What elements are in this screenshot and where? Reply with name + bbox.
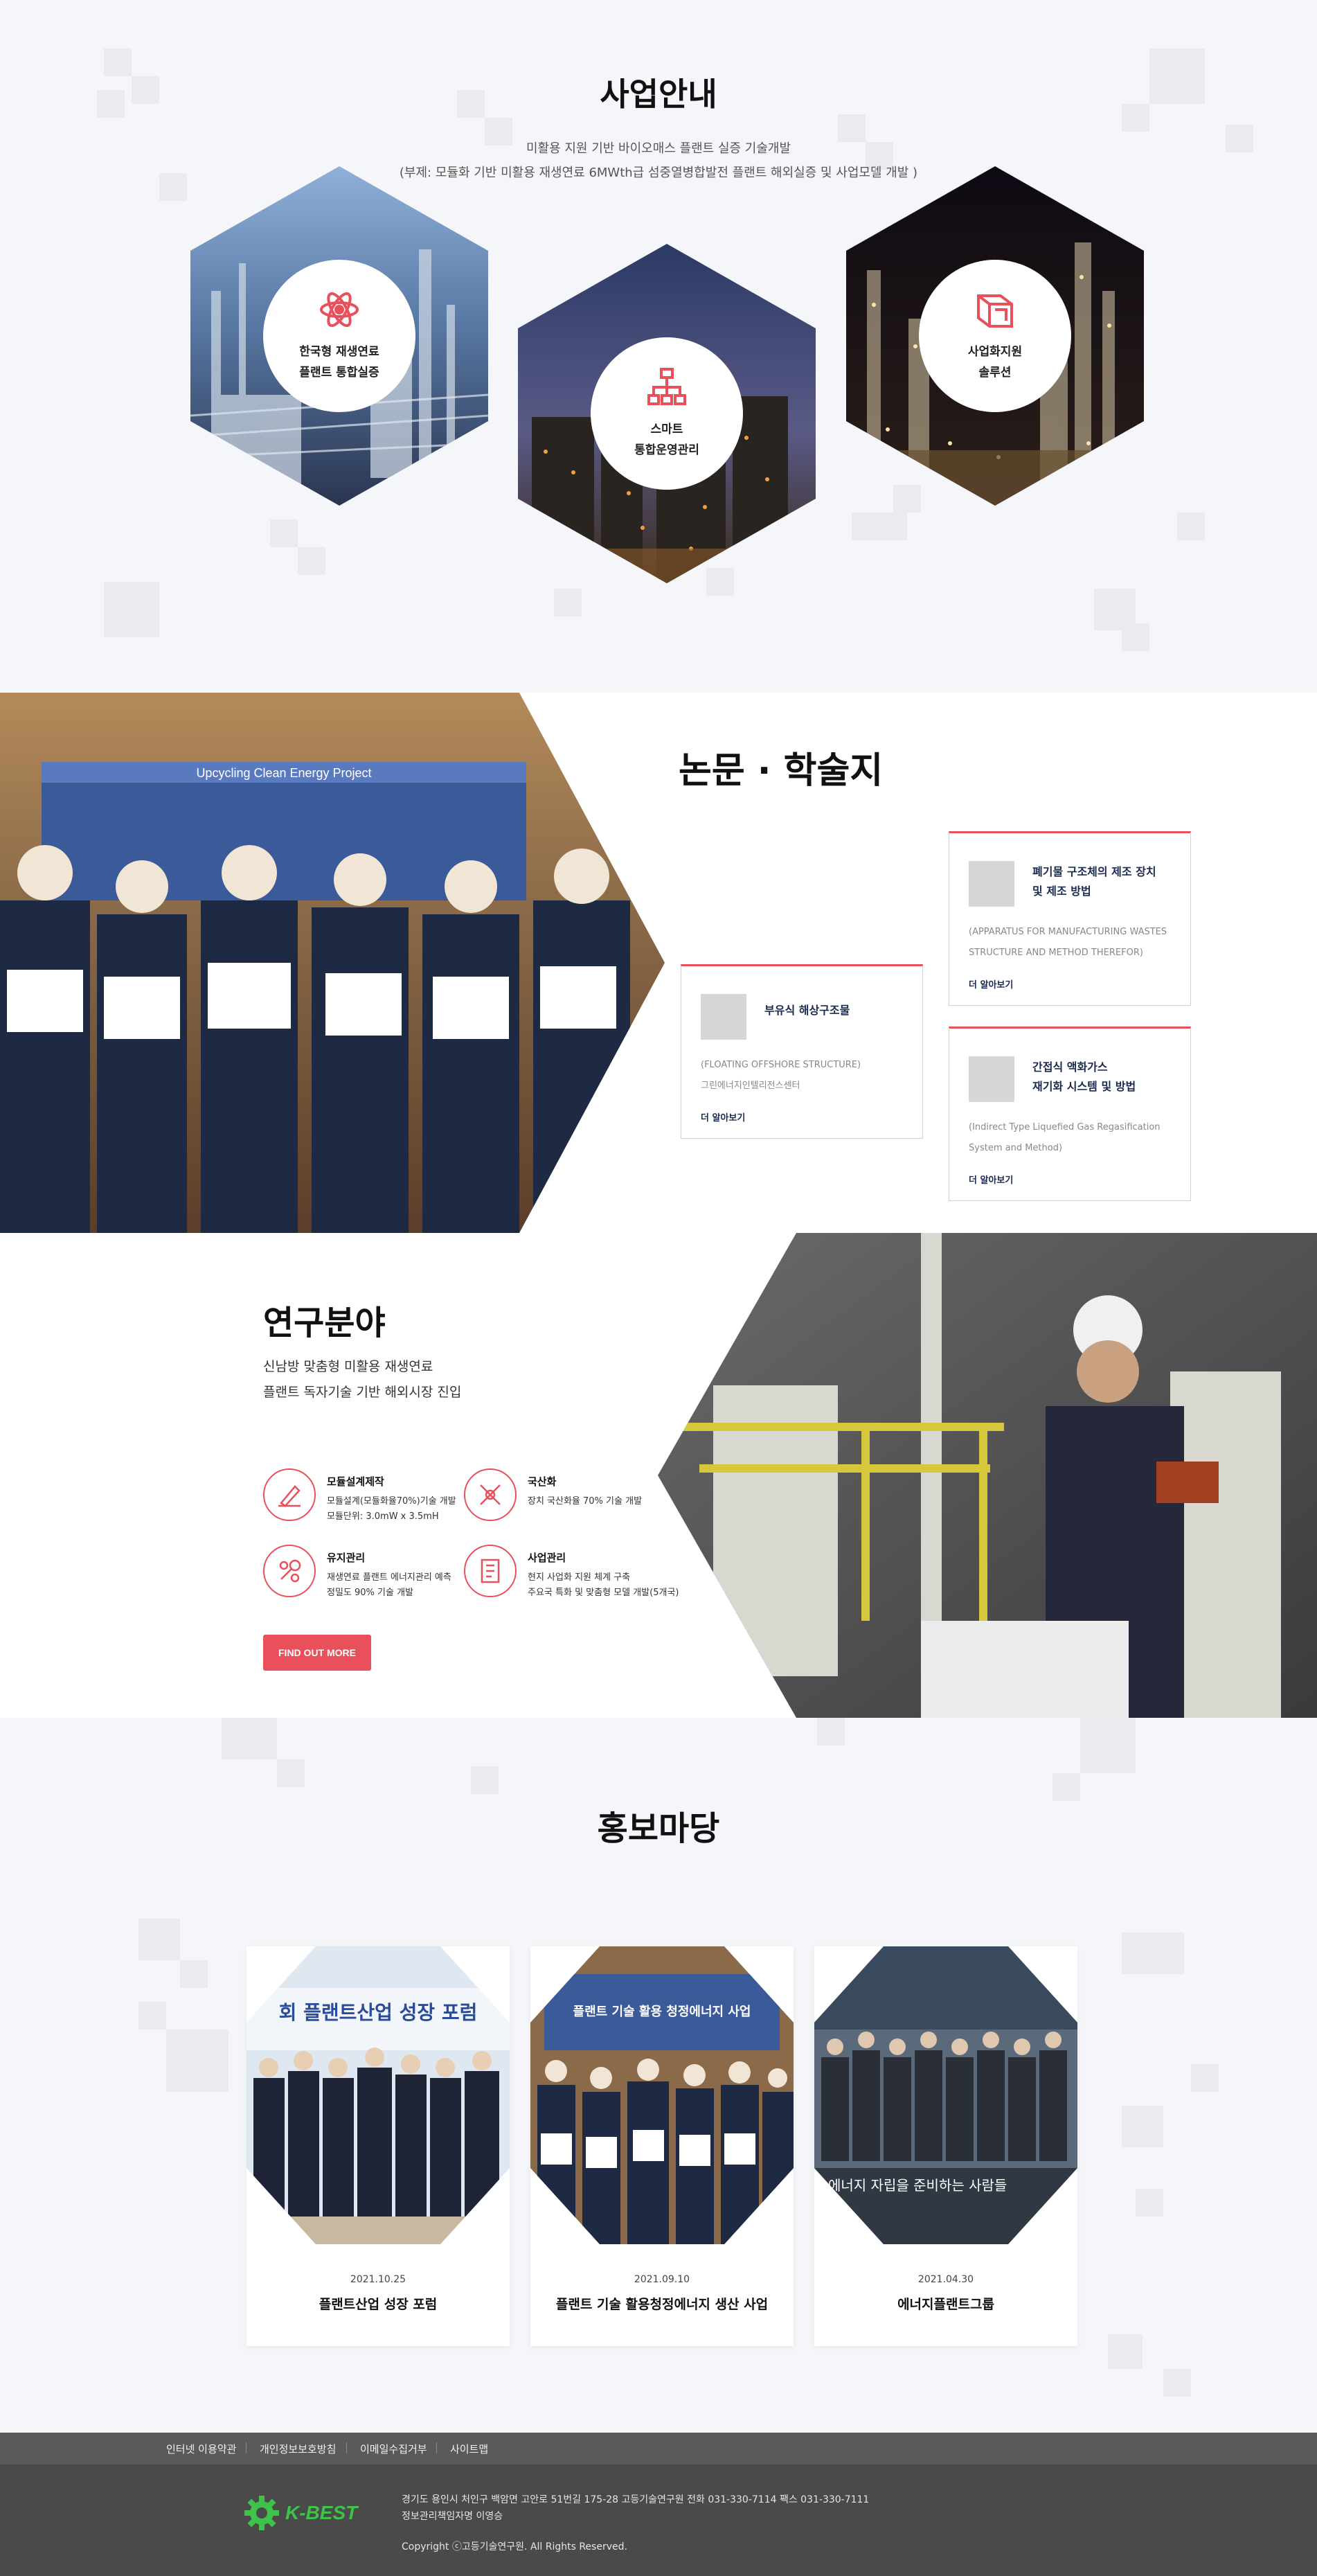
business-card-smart-operation[interactable]: 스마트 통합운영관리 [518,244,816,583]
logo-text: K-BEST [285,2502,358,2523]
signing-ceremony-photo: Upcycling Clean Energy Project [0,693,665,1233]
field-localization: 국산화 장치 국산화율 70% 기술 개발 [464,1468,672,1531]
org-chart-icon [646,366,688,408]
paper-description: (FLOATING OFFSHORE STRUCTURE) 그린에너지인텔리전스센… [701,1060,861,1091]
pen-icon [263,1468,316,1521]
news-title: 홍보마당 [597,1809,720,1848]
paper-more-link[interactable]: 더 알아보기 [701,1110,745,1123]
banner-text: Upcycling Clean Energy Project [196,766,371,780]
research-description: 신남방 맞춤형 미활용 재생연료 [263,1359,433,1374]
paper-card-regasification[interactable]: 간접식 액화가스 재기화 시스템 및 방법 (Indirect Type Liqu… [949,1027,1191,1201]
business-section: 사업안내 미활용 지원 기반 바이오매스 플랜트 실증 기술개발 (부제: 모듈… [0,0,1317,693]
photo-caption: 에너지 자립을 준비하는 사람들 [828,2177,1007,2194]
logo[interactable]: K-BEST [244,2494,375,2532]
research-title: 연구분야 [263,1304,386,1342]
gear-icon [244,2496,279,2530]
footer-address: 경기도 용인시 처인구 백암면 고안로 51번길 175-28 고등기술연구원 … [402,2494,870,2505]
business-card-commercial-support[interactable]: 사업화지원 솔루션 [846,166,1144,506]
photo-caption: 회 플랜트산업 성장 포럼 [279,2001,478,2024]
business-card-integration[interactable]: 한국형 재생연료 플랜트 통합실증 [190,166,488,506]
news-headline: 플랜트 기술 활용청정에너지 생산 사업 [555,2297,769,2312]
field-business-management: 사업관리 현지 사업화 지원 체계 구축 주요국 특화 및 맞춤형 모델 개발(… [464,1545,679,1607]
field-module-design: 모듈설계제작 모듈설계(모듈화율70%)기술 개발 모듈단위: 3.0mW x … [263,1468,471,1531]
research-section: 연구분야 신남방 맞춤형 미활용 재생연료 플랜트 독자기술 기반 해외시장 진… [0,1233,1317,1718]
business-card-badge: 한국형 재생연료 플랜트 통합실증 [263,260,415,412]
business-subtitle: 미활용 지원 기반 바이오매스 플랜트 실증 기술개발 [526,141,791,156]
cube-icon [974,289,1016,330]
photo-caption: 플랜트 기술 활용 청정에너지 사업 [573,2005,751,2019]
paper-more-link[interactable]: 더 알아보기 [969,977,1013,991]
divider [436,2442,437,2453]
news-headline: 에너지플랜트그룹 [897,2297,994,2312]
news-photo: 플랜트 기술 활용 청정에너지 사업 [530,1946,794,2244]
paper-title: 폐기물 구조체의 제조 장치 및 제조 방법 [1032,865,1156,898]
wrench-icon [263,1545,316,1597]
paper-card-floating-offshore[interactable]: 부유식 해상구조물 (FLOATING OFFSHORE STRUCTURE) 그… [681,964,923,1139]
footer-link-privacy[interactable]: 개인정보보호방침 [260,2442,336,2456]
divider [346,2442,347,2453]
footer-link-email-refusal[interactable]: 이메일수집거부 [360,2442,427,2456]
business-card-label: 한국형 재생연료 플랜트 통합실증 [299,345,379,380]
news-photo: 에너지 자립을 준비하는 사람들 [814,1946,1077,2244]
find-out-more-button[interactable]: FIND OUT MORE [263,1635,371,1671]
paper-more-link[interactable]: 더 알아보기 [969,1173,1013,1186]
news-card-clean-energy[interactable]: 플랜트 기술 활용 청정에너지 사업 2021.09.10 플랜트 기술 활용청… [530,1946,794,2346]
news-card-energy-plant-group[interactable]: 에너지 자립을 준비하는 사람들 2021.04.30 에너지플랜트그룹 [814,1946,1077,2346]
news-section: 홍보마당 회 플랜트산업 성장 포럼 2021.10.25 플랜트산업 성장 포… [0,1718,1317,2433]
document-icon [464,1545,517,1597]
news-headline: 플랜트산업 성장 포럼 [319,2297,438,2312]
papers-title: 논문 · 학술지 [679,750,884,792]
paper-title: 간접식 액화가스 재기화 시스템 및 방법 [1032,1060,1136,1093]
business-card-badge: 스마트 통합운영관리 [591,337,743,490]
business-card-label: 사업화지원 솔루션 [967,345,1023,380]
news-card-forum[interactable]: 회 플랜트산업 성장 포럼 2021.10.25 플랜트산업 성장 포럼 [247,1946,510,2346]
research-description-2: 플랜트 독자기술 기반 해외시장 진입 [263,1385,462,1400]
business-card-badge: 사업화지원 솔루션 [919,260,1071,412]
paper-thumbnail [701,994,746,1040]
footer-links-bar: 인터넷 이용약관 개인정보보호방침 이메일수집거부 사이트맵 [0,2433,1317,2464]
paper-description: (APPARATUS FOR MANUFACTURING WASTES STRUC… [969,927,1167,958]
field-maintenance: 유지관리 재생연료 플랜트 에너지관리 예측 정밀도 90% 기술 개발 [263,1545,471,1607]
divider [246,2442,247,2453]
paper-card-waste-structure[interactable]: 폐기물 구조체의 제조 장치 및 제조 방법 (APPARATUS FOR MAN… [949,831,1191,1006]
news-photo: 회 플랜트산업 성장 포럼 [247,1946,510,2244]
footer-link-sitemap[interactable]: 사이트맵 [450,2442,488,2456]
atom-icon [319,289,360,330]
footer: K-BEST 경기도 용인시 처인구 백암면 고안로 51번길 175-28 고… [0,2464,1317,2576]
news-date: 2021.10.25 [350,2274,406,2285]
paper-title: 부유식 해상구조물 [764,1004,850,1017]
business-card-label: 스마트 통합운영관리 [634,423,699,457]
news-date: 2021.04.30 [917,2274,974,2285]
tools-icon [464,1468,517,1521]
page-title: 사업안내 [600,75,717,113]
footer-link-terms[interactable]: 인터넷 이용약관 [166,2442,236,2456]
papers-section: Upcycling Clean Energy Project 논문 · 학술지 … [0,693,1317,1233]
footer-manager: 정보관리책임자명 이영승 [402,2511,503,2522]
paper-description: (Indirect Type Liquefied Gas Regasificat… [969,1122,1161,1153]
news-date: 2021.09.10 [634,2274,690,2285]
paper-thumbnail [969,1056,1014,1102]
footer-copyright: Copyright ⓒ고등기술연구원. All Rights Reserved. [402,2541,627,2552]
worker-photo [658,1233,1317,1718]
paper-thumbnail [969,861,1014,907]
